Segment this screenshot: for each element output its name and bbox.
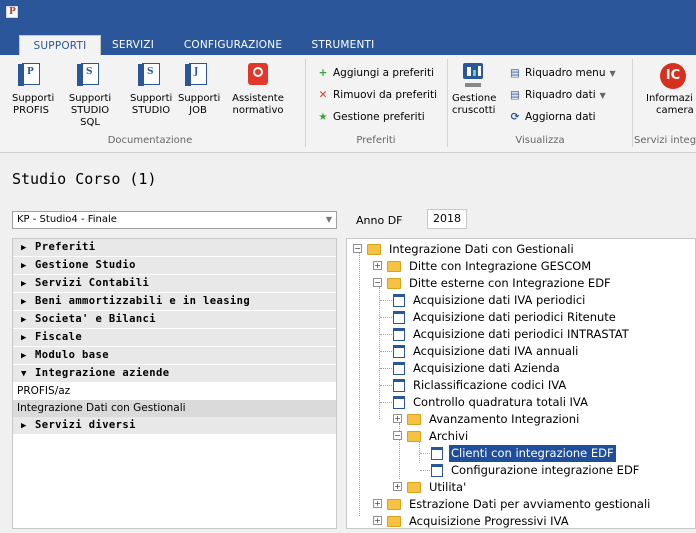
left-menu-panel: ▶ Preferiti ▶ Gestione Studio ▶ Servizi Con… xyxy=(12,238,337,529)
informazioni-camerali-button[interactable]: IC Informazi camera xyxy=(640,61,696,117)
assistant-icon xyxy=(245,61,271,89)
collapse-icon[interactable]: − xyxy=(393,431,402,440)
document-p-icon: P xyxy=(18,61,44,89)
document-icon xyxy=(393,294,405,307)
app-icon[interactable]: P xyxy=(6,6,18,18)
title-bar: P xyxy=(0,0,696,32)
close-icon: ✕ xyxy=(318,89,328,101)
menu-item-beni-ammortizzabili[interactable]: ▶ Beni ammortizzabili e in leasing xyxy=(13,293,336,311)
group-label-preferiti: Preferiti xyxy=(356,135,396,146)
chevron-down-icon: ▼ xyxy=(599,91,606,100)
ribbon: P Supporti PROFIS S Supporti STUDIO SQL … xyxy=(0,55,696,153)
tab-strumenti[interactable]: STRUMENTI xyxy=(306,35,380,55)
document-icon xyxy=(393,345,405,358)
tab-servizi[interactable]: SERVIZI xyxy=(108,35,158,55)
folder-icon xyxy=(407,431,421,442)
supporti-studio-button[interactable]: S Supporti STUDIO xyxy=(130,61,172,117)
supporti-job-button[interactable]: J Supporti JOB xyxy=(178,61,220,117)
chevron-down-icon: ▼ xyxy=(609,69,616,78)
tree-panel: − Integrazione Dati con Gestionali + Ditte… xyxy=(346,238,696,529)
submenu-item-profis-az[interactable]: PROFIS/az xyxy=(13,383,336,400)
folder-icon xyxy=(387,516,401,527)
document-icon xyxy=(393,379,405,392)
folder-icon xyxy=(387,278,401,289)
aggiungi-preferiti-button[interactable]: + Aggiungi a preferiti xyxy=(316,64,434,82)
menu-item-servizi-diversi[interactable]: ▶ Servizi diversi xyxy=(13,417,336,435)
expand-icon[interactable]: + xyxy=(373,499,382,508)
document-s-icon: S xyxy=(77,61,103,89)
group-label-servizi: Servizi integ xyxy=(634,135,696,146)
tab-supporti[interactable]: SUPPORTI xyxy=(19,35,101,55)
document-s-icon: S xyxy=(138,61,164,89)
dashboard-icon xyxy=(459,61,485,89)
document-icon xyxy=(431,447,443,460)
aggiorna-dati-button[interactable]: ⟳ Aggiorna dati xyxy=(508,108,596,126)
ribbon-separator xyxy=(632,59,633,147)
chevron-down-icon[interactable]: ▼ xyxy=(326,212,332,228)
document-icon xyxy=(393,362,405,375)
submenu-item-integrazione-dati[interactable]: Integrazione Dati con Gestionali xyxy=(13,400,336,417)
ribbon-separator xyxy=(305,59,306,147)
assistente-normativo-button[interactable]: Assistente normativo xyxy=(229,61,287,117)
star-icon: ★ xyxy=(318,111,328,123)
gestione-preferiti-button[interactable]: ★ Gestione preferiti xyxy=(316,108,424,126)
folder-icon xyxy=(407,414,421,425)
document-icon xyxy=(393,328,405,341)
tree-connector xyxy=(379,287,380,419)
riquadro-dati-dropdown[interactable]: ▤ Riquadro dati ▼ xyxy=(508,86,606,104)
expand-icon[interactable]: + xyxy=(373,516,382,525)
page-title: Studio Corso (1) xyxy=(12,170,157,188)
tab-configurazione[interactable]: CONFIGURAZIONE xyxy=(178,35,288,55)
tree-connector xyxy=(419,439,420,463)
plus-icon: + xyxy=(318,67,328,79)
expand-icon[interactable]: + xyxy=(393,414,402,423)
ribbon-tab-bar: SUPPORTI SERVIZI CONFIGURAZIONE STRUMENT… xyxy=(0,32,696,55)
document-icon xyxy=(393,396,405,409)
studio-select[interactable]: KP - Studio4 - Finale ▼ xyxy=(12,211,337,229)
folder-icon xyxy=(387,261,401,272)
supporti-profis-button[interactable]: P Supporti PROFIS xyxy=(12,61,54,117)
ribbon-separator xyxy=(447,59,448,147)
folder-icon xyxy=(387,499,401,510)
collapse-icon[interactable]: − xyxy=(373,278,382,287)
menu-item-modulo-base[interactable]: ▶ Modulo base xyxy=(13,347,336,365)
document-icon xyxy=(393,311,405,324)
riquadro-menu-dropdown[interactable]: ▤ Riquadro menu ▼ xyxy=(508,64,616,82)
ic-badge-icon: IC xyxy=(660,61,686,89)
menu-item-fiscale[interactable]: ▶ Fiscale xyxy=(13,329,336,347)
document-icon xyxy=(431,464,443,477)
group-label-visualizza: Visualizza xyxy=(515,135,565,146)
group-label-documentazione: Documentazione xyxy=(107,135,193,146)
rimuovi-preferiti-button[interactable]: ✕ Rimuovi da preferiti xyxy=(316,86,437,104)
anno-df-input[interactable]: 2018 xyxy=(427,209,467,229)
folder-icon xyxy=(367,244,381,255)
collapse-icon[interactable]: − xyxy=(353,244,362,253)
panel-menu-icon: ▤ xyxy=(510,67,520,79)
tree-connector xyxy=(359,253,360,516)
menu-item-societa-bilanci[interactable]: ▶ Societa' e Bilanci xyxy=(13,311,336,329)
supporti-studio-sql-button[interactable]: S Supporti STUDIO SQL xyxy=(62,61,118,129)
menu-item-preferiti[interactable]: ▶ Preferiti xyxy=(13,239,336,257)
panel-data-icon: ▤ xyxy=(510,89,520,101)
refresh-icon: ⟳ xyxy=(510,111,520,123)
gestione-cruscotti-button[interactable]: Gestione cruscotti xyxy=(452,61,496,117)
folder-icon xyxy=(407,482,421,493)
menu-item-gestione-studio[interactable]: ▶ Gestione Studio xyxy=(13,257,336,275)
anno-df-label: Anno DF xyxy=(356,214,403,227)
expand-icon[interactable]: + xyxy=(393,482,402,491)
expand-icon[interactable]: + xyxy=(373,261,382,270)
menu-item-integrazione-aziende[interactable]: ▼ Integrazione aziende xyxy=(13,365,336,383)
document-j-icon: J xyxy=(185,61,211,89)
menu-item-servizi-contabili[interactable]: ▶ Servizi Contabili xyxy=(13,275,336,293)
